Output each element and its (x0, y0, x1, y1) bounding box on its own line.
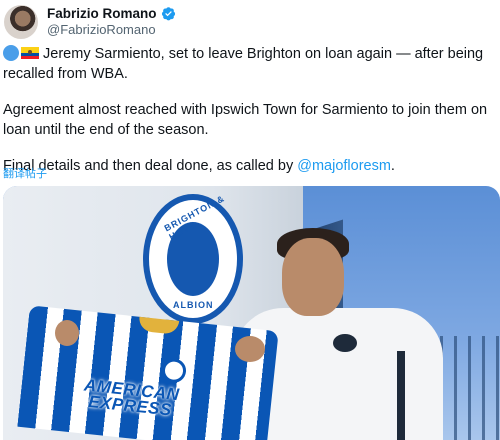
shirt-club-logo-icon (160, 357, 188, 384)
crest-bottom-text: ALBION (173, 300, 214, 310)
jacket-sleeve (373, 351, 413, 440)
author-handle[interactable]: @FabrizioRomano (47, 22, 156, 37)
ecuador-flag-icon (21, 47, 39, 59)
tweet-card: Fabrizio Romano @FabrizioRomano Jeremy S… (0, 0, 500, 440)
author-name-row: Fabrizio Romano (47, 6, 176, 21)
author-display-name[interactable]: Fabrizio Romano (47, 6, 157, 21)
player-hand-left (55, 320, 79, 346)
jacket-badge-icon (333, 334, 357, 352)
shirt-collar (137, 316, 180, 335)
tweet-paragraph-2: Agreement almost reached with Ipswich To… (3, 102, 488, 138)
player-face (282, 238, 344, 316)
tweet-photo[interactable]: BRIGHTON & HOVE ALBION AMERICAN EXPRESS (3, 186, 500, 440)
tweet-line-3-period: . (390, 158, 395, 174)
brighton-crest-icon: BRIGHTON & HOVE ALBION (143, 193, 243, 324)
avatar[interactable] (4, 5, 38, 39)
shirt-sponsor: AMERICAN EXPRESS (50, 374, 212, 423)
tweet-line-1: Jeremy Sarmiento, set to leave Brighton … (3, 46, 484, 82)
blue-circle-emoji-icon (3, 45, 19, 61)
tweet-paragraph-3: Final details and then deal done, as cal… (3, 156, 497, 176)
player-hand-right (235, 336, 265, 362)
tweet-line-3-text: Final details and then deal done, as cal… (3, 158, 298, 174)
translate-post-link[interactable]: 翻译帖子 (3, 165, 47, 181)
tweet-text: Jeremy Sarmiento, set to leave Brighton … (3, 44, 497, 176)
mention-link[interactable]: @majofloresm (297, 158, 391, 174)
verified-badge-icon (161, 7, 175, 21)
tweet-paragraph-1: Jeremy Sarmiento, set to leave Brighton … (3, 44, 497, 84)
